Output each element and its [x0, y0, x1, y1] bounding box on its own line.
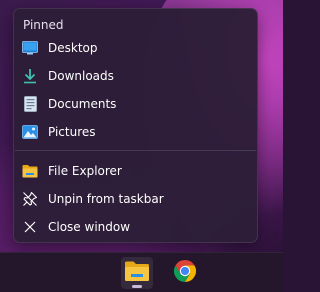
download-icon [22, 68, 38, 84]
pinned-item-desktop[interactable]: Desktop [17, 35, 254, 61]
task-item-unpin-from-taskbar[interactable]: Unpin from taskbar [17, 186, 254, 212]
task-item-close-window[interactable]: Close window [17, 214, 254, 240]
file-explorer-icon [22, 163, 38, 179]
taskbar-button-file-explorer[interactable] [121, 257, 153, 289]
taskbar [0, 252, 283, 292]
menu-divider [15, 150, 256, 151]
pinned-item-downloads[interactable]: Downloads [17, 63, 254, 89]
taskbar-button-chrome[interactable] [169, 257, 201, 289]
desktop-icon [22, 40, 38, 56]
jump-list-menu: Pinned Desktop Downloads Documents Pictu… [13, 8, 258, 243]
file-explorer-icon [124, 260, 150, 286]
task-item-file-explorer[interactable]: File Explorer [17, 158, 254, 184]
active-app-indicator [132, 285, 142, 288]
pinned-item-label: Downloads [48, 69, 114, 83]
close-icon [22, 219, 38, 235]
chrome-icon [173, 259, 197, 287]
pinned-item-label: Desktop [48, 41, 98, 55]
task-item-label: File Explorer [48, 164, 122, 178]
task-item-label: Close window [48, 220, 131, 234]
documents-icon [22, 96, 38, 112]
pinned-section-title: Pinned [23, 18, 64, 32]
pinned-item-label: Documents [48, 97, 117, 111]
pinned-item-documents[interactable]: Documents [17, 91, 254, 117]
pictures-icon [22, 124, 38, 140]
pinned-item-label: Pictures [48, 125, 96, 139]
task-item-label: Unpin from taskbar [48, 192, 164, 206]
unpin-icon [22, 191, 38, 207]
pinned-item-pictures[interactable]: Pictures [17, 119, 254, 145]
